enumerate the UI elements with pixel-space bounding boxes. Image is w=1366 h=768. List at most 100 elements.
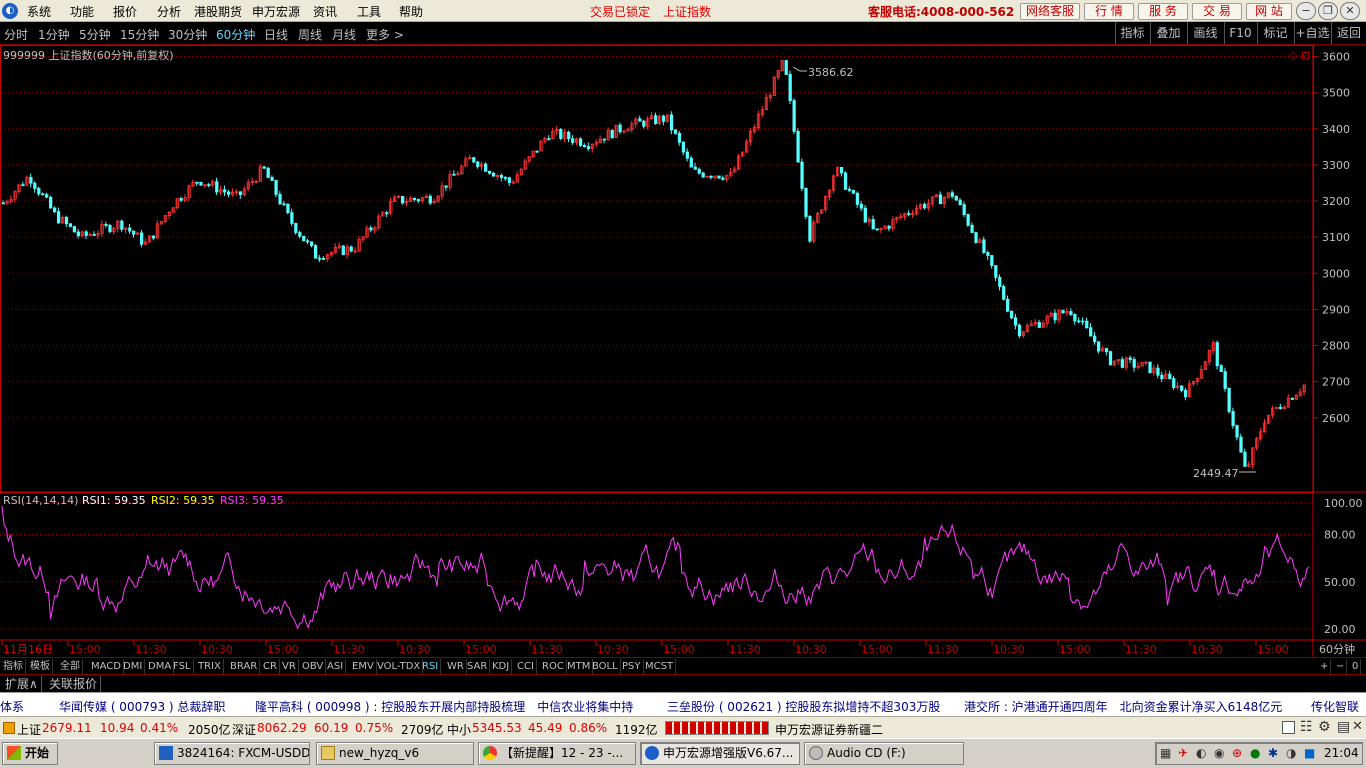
indicator-tab-cci[interactable]: CCI — [515, 659, 537, 674]
candle-body — [151, 235, 156, 239]
indicator-tab-psy[interactable]: PSY — [620, 659, 644, 674]
indicator-tab-roc[interactable]: ROC — [540, 659, 567, 674]
menu-item-quote[interactable]: 报价 — [113, 3, 137, 20]
indicator-tab-dmi[interactable]: DMI — [121, 659, 146, 674]
security-icon[interactable]: ◉ — [1214, 746, 1224, 760]
update-icon[interactable]: ◑ — [1286, 746, 1296, 760]
period-monthly[interactable]: 月线 — [332, 26, 356, 43]
news-item[interactable]: 三垒股份 ( 002621 ) 控股股东拟增持不超303万股 — [667, 698, 940, 715]
menu-item-function[interactable]: 功能 — [70, 3, 94, 20]
task-swhy[interactable]: 申万宏源增强版V6.67... — [640, 742, 800, 765]
status-window-icon[interactable] — [1282, 721, 1295, 734]
indicator-tab-wr[interactable]: WR — [445, 659, 467, 674]
indicator-tab-boll[interactable]: BOLL — [590, 659, 621, 674]
news-item[interactable]: 港交所 : 沪港通开通四周年 北向资金累计净买入6148亿元 — [964, 698, 1282, 715]
indicator-tab-cr[interactable]: CR — [261, 659, 280, 674]
indicator-tab-sar[interactable]: SAR — [465, 659, 491, 674]
candle-body — [839, 167, 844, 174]
menu-item-analysis[interactable]: 分析 — [157, 3, 181, 20]
task-browser[interactable]: 【新提醒】12 - 23 -... — [478, 742, 636, 765]
bluetooth-icon[interactable]: ✱ — [1268, 746, 1278, 760]
menu-item-hk-futures[interactable]: 港股期货 — [194, 3, 242, 20]
news-item[interactable]: 隆平高科 ( 000998 ) : 控股股东开展内部持股梳理 中信农业将集中持 — [255, 698, 633, 715]
tab-add-button[interactable]: + — [1318, 659, 1332, 674]
news-item[interactable]: 传化智联 — [1311, 698, 1359, 715]
alert-icon[interactable]: ⊕ — [1232, 746, 1242, 760]
price-tick-label: 3600 — [1322, 51, 1350, 64]
indicator-tab-macd[interactable]: MACD — [89, 659, 124, 674]
website-button[interactable]: 网 站 — [1246, 3, 1292, 20]
indicator-tab-模板[interactable]: 模板 — [28, 659, 53, 674]
news-item[interactable]: 体系 — [0, 698, 24, 715]
clock[interactable]: 21:04 — [1324, 746, 1359, 760]
toolbar-back[interactable]: 返回 — [1331, 22, 1366, 44]
online-service-button[interactable]: 网络客服 — [1020, 3, 1080, 20]
shield-icon[interactable]: ■ — [1304, 746, 1315, 760]
news-item[interactable]: 华闻传媒 ( 000793 ) 总裁辞职 — [59, 698, 225, 715]
market-button[interactable]: 行 情 — [1084, 3, 1134, 20]
network-icon[interactable]: ✈ — [1178, 746, 1188, 760]
indicator-tab-trix[interactable]: TRIX — [196, 659, 224, 674]
indicator-tab-asi[interactable]: ASI — [325, 659, 347, 674]
indicator-tab-fsl[interactable]: FSL — [171, 659, 194, 674]
indicator-tab-vol-tdx[interactable]: VOL-TDX — [375, 659, 424, 674]
start-button[interactable]: 开始 — [2, 742, 58, 765]
status-settings-icon[interactable]: ⚙ — [1318, 719, 1331, 735]
indicator-tab-mcst[interactable]: MCST — [643, 659, 677, 674]
sh-index-label[interactable]: 上证 — [17, 721, 41, 738]
period-60min[interactable]: 60分钟 — [216, 26, 255, 43]
menu-item-swhy[interactable]: 申万宏源 — [252, 3, 300, 20]
period-5min[interactable]: 5分钟 — [79, 26, 111, 43]
task-audio-cd[interactable]: Audio CD (F:) — [804, 742, 964, 765]
menu-item-tools[interactable]: 工具 — [357, 3, 381, 20]
tab-remove-button[interactable]: − — [1334, 659, 1348, 674]
volume-icon[interactable]: ◐ — [1196, 746, 1206, 760]
tab-reset-button[interactable]: 0 — [1350, 659, 1362, 674]
chart-area[interactable]: 2600 2700 2800 2900 3000 3100 3200 3300 3400 3500… — [0, 45, 1366, 657]
indicator-tab-kdj[interactable]: KDJ — [490, 659, 513, 674]
trade-button[interactable]: 交 易 — [1192, 3, 1242, 20]
task-fxcm[interactable]: 3824164: FXCM-USDDe... — [154, 742, 310, 765]
candle-body — [491, 172, 496, 177]
indicator-tab-obv[interactable]: OBV — [300, 659, 327, 674]
status-info-icon[interactable]: ▤ — [1337, 719, 1350, 735]
ext-tab-expand[interactable]: 扩展∧ — [2, 676, 42, 692]
indicator-tab-brar[interactable]: BRAR — [228, 659, 261, 674]
minimize-icon[interactable]: − — [1296, 2, 1316, 20]
keyboard-icon[interactable]: ▦ — [1160, 746, 1171, 760]
period-15min[interactable]: 15分钟 — [120, 26, 159, 43]
toolbar-draw[interactable]: 画线 — [1187, 22, 1223, 44]
task-folder[interactable]: new_hyzq_v6 — [316, 742, 474, 765]
toolbar-overlay[interactable]: 叠加 — [1150, 22, 1186, 44]
indicator-tab-vr[interactable]: VR — [280, 659, 299, 674]
menu-item-system[interactable]: 系统 — [27, 3, 51, 20]
period-1min[interactable]: 1分钟 — [38, 26, 70, 43]
period-weekly[interactable]: 周线 — [298, 26, 322, 43]
period-more[interactable]: 更多 > — [366, 26, 404, 43]
menu-item-news[interactable]: 资讯 — [313, 3, 337, 20]
service-button[interactable]: 服 务 — [1138, 3, 1188, 20]
period-timeshare[interactable]: 分时 — [4, 26, 28, 43]
toolbar-f10[interactable]: F10 — [1224, 22, 1256, 44]
sz-index-label[interactable]: 深证 — [232, 721, 256, 738]
toolbar-mark[interactable]: 标记 — [1257, 22, 1293, 44]
candle-body — [45, 194, 49, 198]
indicator-tab-dma[interactable]: DMA — [146, 659, 175, 674]
period-30min[interactable]: 30分钟 — [168, 26, 207, 43]
status-icon[interactable]: ● — [1250, 746, 1260, 760]
toolbar-indicator[interactable]: 指标 — [1115, 22, 1149, 44]
zx-index-label[interactable]: 中小 — [447, 721, 471, 738]
status-options-icon[interactable]: ☷ — [1300, 719, 1313, 735]
status-close-icon[interactable]: ✕ — [1352, 719, 1363, 734]
indicator-tab-rsi[interactable]: RSI — [420, 659, 442, 674]
indicator-tab-指标[interactable]: 指标 — [1, 659, 26, 674]
restore-icon[interactable]: ❐ — [1318, 2, 1338, 20]
indicator-tab-emv[interactable]: EMV — [350, 659, 377, 674]
ext-tab-related-quote[interactable]: 关联报价 — [46, 676, 102, 692]
close-icon[interactable]: ✕ — [1340, 2, 1360, 20]
layout-toggle-icon[interactable]: ◇ ⊡ — [1289, 49, 1310, 62]
indicator-tab-全部[interactable]: 全部 — [58, 659, 83, 674]
period-daily[interactable]: 日线 — [264, 26, 288, 43]
menu-item-help[interactable]: 帮助 — [399, 3, 423, 20]
toolbar-add-watchlist[interactable]: +自选 — [1294, 22, 1330, 44]
